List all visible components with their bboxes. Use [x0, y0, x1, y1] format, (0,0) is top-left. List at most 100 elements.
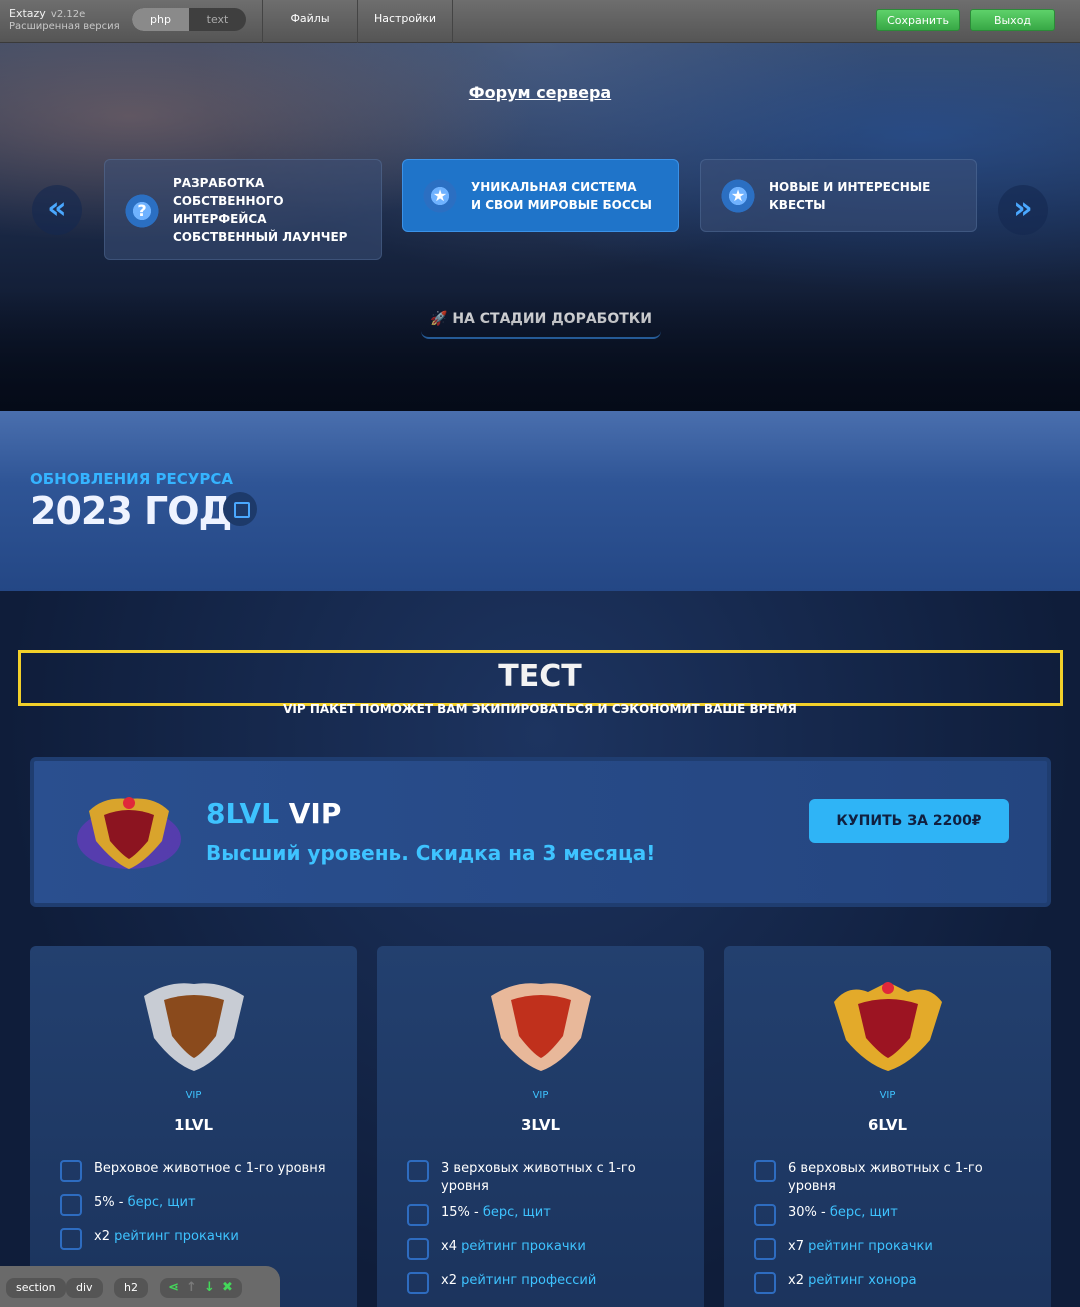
- vip-level-title: 8LVL VIP: [206, 797, 341, 830]
- perk-list: 3 верховых животных с 1-го уровня 15% - …: [407, 1160, 687, 1306]
- hero-section: Форум сервера « » ? Разработка собственн…: [0, 43, 1080, 411]
- perk-list: Верховое животное с 1-го уровня 5% - бер…: [60, 1160, 340, 1262]
- gold-emblem-icon: [834, 982, 942, 1071]
- next-arrow-icon[interactable]: »: [998, 185, 1048, 235]
- star-icon: ★: [717, 175, 759, 217]
- feature-card-bosses[interactable]: ★ Уникальная система и свои мировые босс…: [402, 159, 679, 232]
- breadcrumb-div[interactable]: div: [66, 1278, 103, 1298]
- feature-card-quests[interactable]: ★ Новые и интересные квесты: [700, 159, 977, 232]
- bronze-emblem-icon: [491, 983, 591, 1071]
- perk-highlight: рейтинг прокачки: [808, 1239, 933, 1254]
- menu-settings[interactable]: Настройки: [358, 0, 452, 43]
- mode-php-button[interactable]: php: [132, 8, 189, 31]
- menu-files[interactable]: Файлы: [263, 0, 357, 43]
- calendar-icon[interactable]: [223, 492, 257, 526]
- checkbox-icon[interactable]: [60, 1160, 82, 1182]
- prev-arrow-icon[interactable]: «: [32, 185, 82, 235]
- checkbox-icon[interactable]: [754, 1238, 776, 1260]
- feature-line: квесты: [769, 198, 826, 212]
- perk-item: x2 рейтинг хонора: [754, 1272, 1034, 1298]
- forum-link[interactable]: Форум сервера: [0, 83, 1080, 102]
- perk-text: x2: [94, 1229, 115, 1244]
- breadcrumb-h2[interactable]: h2: [114, 1278, 148, 1298]
- perk-item: x2 рейтинг профессий: [407, 1272, 687, 1298]
- checkbox-icon[interactable]: [407, 1238, 429, 1260]
- breadcrumb-tools: ⋖ ↑ ↓ ✖: [160, 1278, 242, 1298]
- share-icon[interactable]: ⋖: [168, 1278, 179, 1298]
- card-tag: VIP: [185, 1090, 202, 1101]
- perk-highlight: берс, щит: [127, 1195, 196, 1210]
- perk-highlight: рейтинг хонора: [808, 1273, 917, 1288]
- vip-card-1lvl: VIP 1LVL Верховое животное с 1-го уровня…: [30, 946, 357, 1307]
- perk-item: x2 рейтинг прокачки: [60, 1228, 340, 1254]
- checkbox-icon[interactable]: [407, 1272, 429, 1294]
- perk-item: Верховое животное с 1-го уровня: [60, 1160, 340, 1186]
- perk-item: x4 рейтинг прокачки: [407, 1238, 687, 1264]
- updates-title: ОБНОВЛЕНИЯ РЕСУРСА: [30, 470, 233, 488]
- feature-line: собственного: [173, 194, 284, 208]
- updates-section: ОБНОВЛЕНИЯ РЕСУРСА 2023 ГОД: [0, 411, 1080, 591]
- updates-year: 2023 ГОД: [30, 489, 232, 533]
- checkbox-icon[interactable]: [407, 1204, 429, 1226]
- feature-line: интерфейса: [173, 212, 267, 226]
- card-level: 6LVL: [867, 1116, 908, 1134]
- vip-section: ТЕСТ VIP ПАКЕТ ПОМОЖЕТ ВАМ ЭКИПИРОВАТЬСЯ…: [0, 591, 1080, 1307]
- card-level: 1LVL: [173, 1116, 214, 1134]
- divider: [452, 0, 453, 43]
- checkbox-icon[interactable]: [407, 1160, 429, 1182]
- arrow-up-icon[interactable]: ↑: [186, 1278, 197, 1298]
- editor-toolbar: Extazy v2.12e Расширенная версия php tex…: [0, 0, 1080, 43]
- vip-emblem-icon: [77, 797, 181, 869]
- checkbox-icon[interactable]: [754, 1272, 776, 1294]
- exit-button[interactable]: Выход: [970, 9, 1055, 31]
- feature-line: и свои мировые боссы: [471, 198, 652, 212]
- perk-text: 6 верховых животных с 1-го уровня: [788, 1161, 983, 1194]
- checkbox-icon[interactable]: [60, 1228, 82, 1250]
- silver-emblem-icon: [144, 983, 244, 1071]
- perk-text: 30% -: [788, 1205, 830, 1220]
- checkbox-icon[interactable]: [754, 1160, 776, 1182]
- perk-text: x7: [788, 1239, 809, 1254]
- perk-item: 3 верховых животных с 1-го уровня: [407, 1160, 687, 1196]
- card-tag: VIP: [532, 1090, 549, 1101]
- buy-button[interactable]: КУПИТЬ ЗА 2200₽: [809, 799, 1009, 843]
- stage-label: 🚀 НА СТАДИИ ДОРАБОТКИ: [421, 305, 661, 339]
- perk-text: 15% -: [441, 1205, 483, 1220]
- feature-line: Разработка: [173, 176, 265, 190]
- perk-highlight: берс, щит: [482, 1205, 551, 1220]
- feature-line: Новые и интересные: [769, 180, 931, 194]
- vip-description: Высший уровень. Скидка на 3 месяца!: [206, 841, 656, 865]
- vip-label: VIP: [288, 797, 342, 830]
- feature-text: Разработка собственного интерфейса собст…: [173, 174, 347, 246]
- arrow-down-icon[interactable]: ↓: [204, 1278, 215, 1298]
- brand-name: Extazy: [9, 7, 46, 20]
- perk-list: 6 верховых животных с 1-го уровня 30% - …: [754, 1160, 1034, 1306]
- perk-highlight: рейтинг профессий: [461, 1273, 597, 1288]
- save-button[interactable]: Сохранить: [876, 9, 960, 31]
- perk-highlight: рейтинг прокачки: [114, 1229, 239, 1244]
- perk-highlight: берс, щит: [829, 1205, 898, 1220]
- vip-banner: 8LVL VIP Высший уровень. Скидка на 3 мес…: [30, 757, 1051, 907]
- card-tag: VIP: [879, 1090, 896, 1101]
- breadcrumb-section[interactable]: section: [6, 1278, 66, 1298]
- element-breadcrumb: section div h2 ⋖ ↑ ↓ ✖: [0, 1266, 280, 1307]
- perk-highlight: рейтинг прокачки: [461, 1239, 586, 1254]
- perk-item: 30% - берс, щит: [754, 1204, 1034, 1230]
- question-icon: ?: [121, 190, 163, 232]
- feature-line: Уникальная система: [471, 180, 637, 194]
- mode-switch[interactable]: php text: [132, 8, 246, 31]
- feature-line: собственный лаунчер: [173, 230, 348, 244]
- brand-version: v2.12e: [50, 9, 86, 20]
- mode-text-button[interactable]: text: [189, 8, 246, 31]
- editor-brand: Extazy v2.12e Расширенная версия: [9, 6, 120, 33]
- checkbox-icon[interactable]: [60, 1194, 82, 1216]
- checkbox-icon[interactable]: [754, 1204, 776, 1226]
- star-icon: ★: [419, 175, 461, 217]
- close-icon[interactable]: ✖: [222, 1278, 233, 1298]
- feature-text: Новые и интересные квесты: [769, 178, 930, 214]
- perk-item: 5% - берс, щит: [60, 1194, 340, 1220]
- perk-item: 15% - берс, щит: [407, 1204, 687, 1230]
- vip-card-3lvl: VIP 3LVL 3 верховых животных с 1-го уров…: [377, 946, 704, 1307]
- feature-card-interface[interactable]: ? Разработка собственного интерфейса соб…: [104, 159, 382, 260]
- section-subtitle: VIP ПАКЕТ ПОМОЖЕТ ВАМ ЭКИПИРОВАТЬСЯ И СЭ…: [283, 702, 797, 716]
